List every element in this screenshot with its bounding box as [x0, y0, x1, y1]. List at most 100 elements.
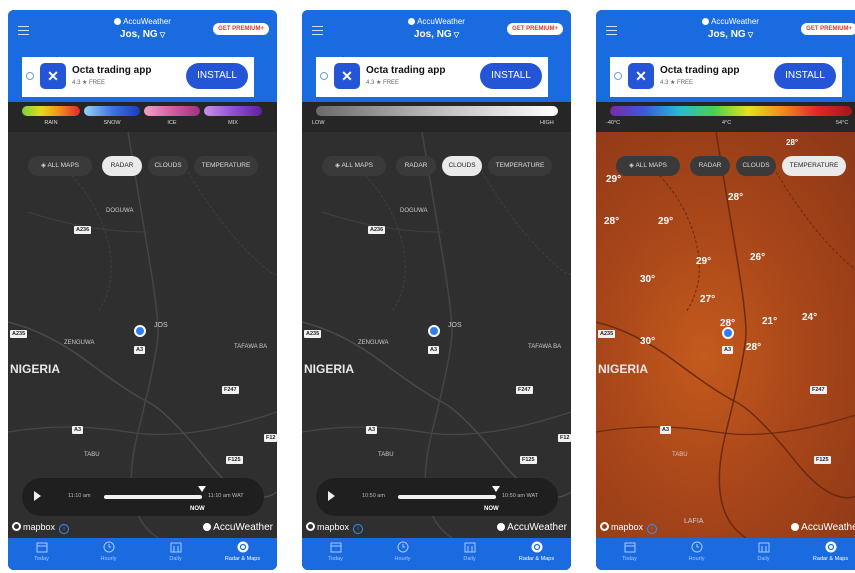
chip-all-maps[interactable]: ◈ ALL MAPS [28, 156, 92, 176]
chip-radar[interactable]: RADAR [102, 156, 142, 176]
ad-info-icon[interactable] [320, 72, 328, 80]
temp-label: 30° [640, 336, 656, 347]
road-f247: F247 [516, 386, 533, 394]
country-label: NIGERIA [598, 362, 649, 376]
ad-info-icon[interactable] [26, 72, 34, 80]
chip-all-maps[interactable]: ◈ ALL MAPS [616, 156, 680, 176]
place-tabu: TABU [672, 452, 688, 458]
chip-temperature[interactable]: TEMPERATURE [488, 156, 552, 176]
nav-daily[interactable]: Daily [142, 541, 209, 562]
road-a235: A235 [10, 330, 28, 338]
temperature-scale [610, 106, 852, 116]
road-f12: F12 [558, 434, 571, 442]
chip-temperature[interactable]: TEMPERATURE [194, 156, 258, 176]
play-icon[interactable] [34, 491, 41, 501]
nav-radar-maps[interactable]: Radar & Maps [209, 541, 276, 562]
nav-today[interactable]: Today [596, 541, 663, 562]
temp-label: 26° [750, 252, 766, 263]
chip-all-maps[interactable]: ◈ ALL MAPS [322, 156, 386, 176]
nav-radar-maps[interactable]: Radar & Maps [503, 541, 570, 562]
chip-clouds[interactable]: CLOUDS [148, 156, 188, 176]
clock-icon [397, 541, 408, 553]
country-label: NIGERIA [304, 362, 355, 376]
bottom-nav: Today Hourly Daily Radar & Maps [8, 538, 277, 570]
mapbox-attribution: mapbox i [12, 522, 70, 534]
nav-hourly[interactable]: Hourly [75, 541, 142, 562]
temp-label: 28° [728, 192, 744, 203]
accuweather-logo-icon [497, 523, 506, 531]
temp-label: 29° [606, 174, 622, 185]
ad-banner: ✕ Octa trading app 4.3 ★ FREE INSTALL [596, 54, 855, 102]
mapbox-attribution: mapbox i [306, 522, 364, 534]
timeline-track[interactable] [104, 495, 202, 499]
ad-app-name: Octa trading app [660, 65, 740, 76]
chip-clouds[interactable]: CLOUDS [442, 156, 482, 176]
temp-label: 24° [802, 312, 818, 323]
info-icon[interactable]: i [353, 524, 364, 534]
timeline-knob-icon[interactable] [492, 486, 500, 492]
road-f125: F125 [226, 456, 243, 464]
max-temp-label: 54°C [836, 120, 849, 126]
ad-info-icon[interactable] [614, 72, 622, 80]
chip-radar[interactable]: RADAR [396, 156, 436, 176]
chip-clouds[interactable]: CLOUDS [736, 156, 776, 176]
ad-card[interactable]: ✕ Octa trading app 4.3 ★ FREE INSTALL [22, 57, 254, 97]
road-a235: A235 [304, 330, 322, 338]
get-premium-button[interactable]: GET PREMIUM+ [801, 23, 855, 35]
accuweather-logo-icon [114, 18, 122, 25]
chevron-down-icon: ▽ [747, 32, 754, 39]
place-tabu: TABU [378, 452, 394, 458]
road-a235: A235 [598, 330, 616, 338]
install-button[interactable]: INSTALL [186, 63, 248, 89]
current-location-marker [134, 325, 146, 337]
place-zenguwa: ZENGUWA [358, 340, 389, 346]
timeline-end-time: 10:50 am WAT [502, 493, 539, 499]
nav-daily[interactable]: Daily [436, 541, 503, 562]
app-header: AccuWeather Jos, NG ▽ GET PREMIUM+ [302, 10, 571, 54]
ad-banner: ✕ Octa trading app 4.3 ★ FREE INSTALL [302, 54, 571, 102]
ad-card[interactable]: ✕ Octa trading app 4.3 ★ FREE INSTALL [610, 57, 842, 97]
mix-label: MIX [228, 120, 238, 126]
chip-radar[interactable]: RADAR [690, 156, 730, 176]
mapbox-logo-icon [12, 522, 21, 531]
road-a3-south: A3 [72, 426, 84, 434]
timeline-knob-icon[interactable] [198, 486, 206, 492]
install-button[interactable]: INSTALL [480, 63, 542, 89]
get-premium-button[interactable]: GET PREMIUM+ [213, 23, 269, 35]
map-canvas[interactable]: ◈ ALL MAPS RADAR CLOUDS TEMPERATURE 28° … [596, 132, 855, 538]
temp-label: 28° [746, 342, 762, 353]
nav-hourly[interactable]: Hourly [369, 541, 436, 562]
temp-label: 28° [604, 216, 620, 227]
road-f247: F247 [222, 386, 239, 394]
ad-card[interactable]: ✕ Octa trading app 4.3 ★ FREE INSTALL [316, 57, 548, 97]
nav-radar-maps[interactable]: Radar & Maps [797, 541, 855, 562]
road-a236: A236 [74, 226, 92, 234]
low-label: LOW [312, 120, 325, 126]
app-header: AccuWeather Jos, NG ▽ GET PREMIUM+ [596, 10, 855, 54]
ice-label: ICE [167, 120, 177, 126]
radar-legend: RAIN SNOW ICE MIX [8, 102, 277, 132]
timeline-track[interactable] [398, 495, 496, 499]
ice-scale [144, 106, 200, 116]
chip-temperature[interactable]: TEMPERATURE [782, 156, 846, 176]
nav-daily[interactable]: Daily [730, 541, 797, 562]
nav-hourly[interactable]: Hourly [663, 541, 730, 562]
nav-today[interactable]: Today [8, 541, 75, 562]
mix-scale [204, 106, 262, 116]
info-icon[interactable]: i [647, 524, 658, 534]
mapbox-logo-icon [600, 522, 609, 531]
road-f247: F247 [810, 386, 827, 394]
get-premium-button[interactable]: GET PREMIUM+ [507, 23, 563, 35]
road-a3: A3 [134, 346, 146, 354]
timeline-player: 10:50 am 10:50 am WAT NOW [316, 478, 558, 516]
install-button[interactable]: INSTALL [774, 63, 836, 89]
high-label: HIGH [540, 120, 554, 126]
place-tafawa: TAFAWA BA [528, 344, 562, 350]
nav-today[interactable]: Today [302, 541, 369, 562]
play-icon[interactable] [328, 491, 335, 501]
place-lafia: LAFIA [684, 518, 704, 525]
info-icon[interactable]: i [59, 524, 70, 534]
country-label: NIGERIA [10, 362, 61, 376]
temp-label: 27° [700, 294, 716, 305]
ad-rating: 4.3 ★ FREE [72, 80, 106, 86]
